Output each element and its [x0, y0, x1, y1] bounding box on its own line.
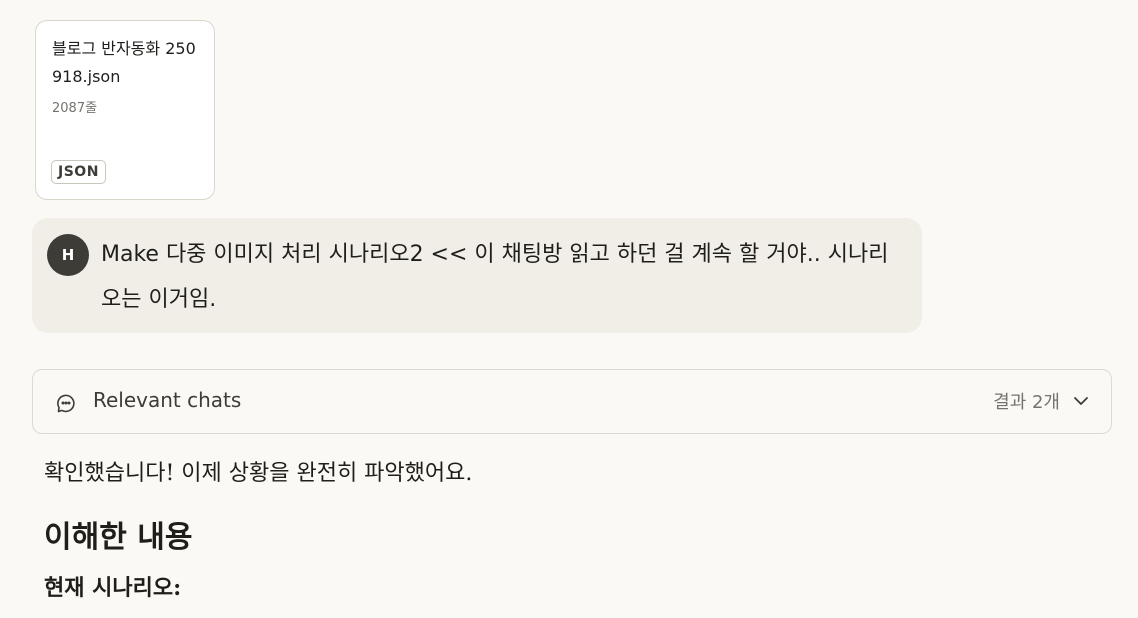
attachment-card[interactable]: 블로그 반자동화 250918.json 2087줄 JSON [35, 20, 215, 200]
relevant-chats-label: Relevant chats [93, 388, 242, 412]
chevron-down-icon[interactable] [1071, 391, 1091, 411]
section-subheading: 현재 시나리오: [44, 575, 182, 601]
user-avatar: H [47, 234, 89, 276]
assistant-intro-text: 확인했습니다! 이제 상황을 완전히 파악했어요. [44, 461, 473, 486]
chat-bubbles-icon [57, 394, 75, 413]
attachment-line-count: 2087줄 [52, 101, 98, 116]
relevant-chats-count: 결과 2개 [993, 392, 1060, 413]
user-message: H Make 다중 이미지 처리 시나리오2 << 이 채팅방 읽고 하던 걸 … [32, 218, 922, 333]
attachment-file-name: 블로그 반자동화 250918.json [52, 39, 196, 86]
section-heading: 이해한 내용 [44, 520, 193, 555]
user-message-text: Make 다중 이미지 처리 시나리오2 << 이 채팅방 읽고 하던 걸 계속… [101, 242, 889, 312]
relevant-chats-panel[interactable]: Relevant chats 결과 2개 [32, 369, 1112, 434]
file-type-badge: JSON [51, 160, 106, 184]
chat-page: 블로그 반자동화 250918.json 2087줄 JSON H Make 다… [0, 0, 1138, 618]
